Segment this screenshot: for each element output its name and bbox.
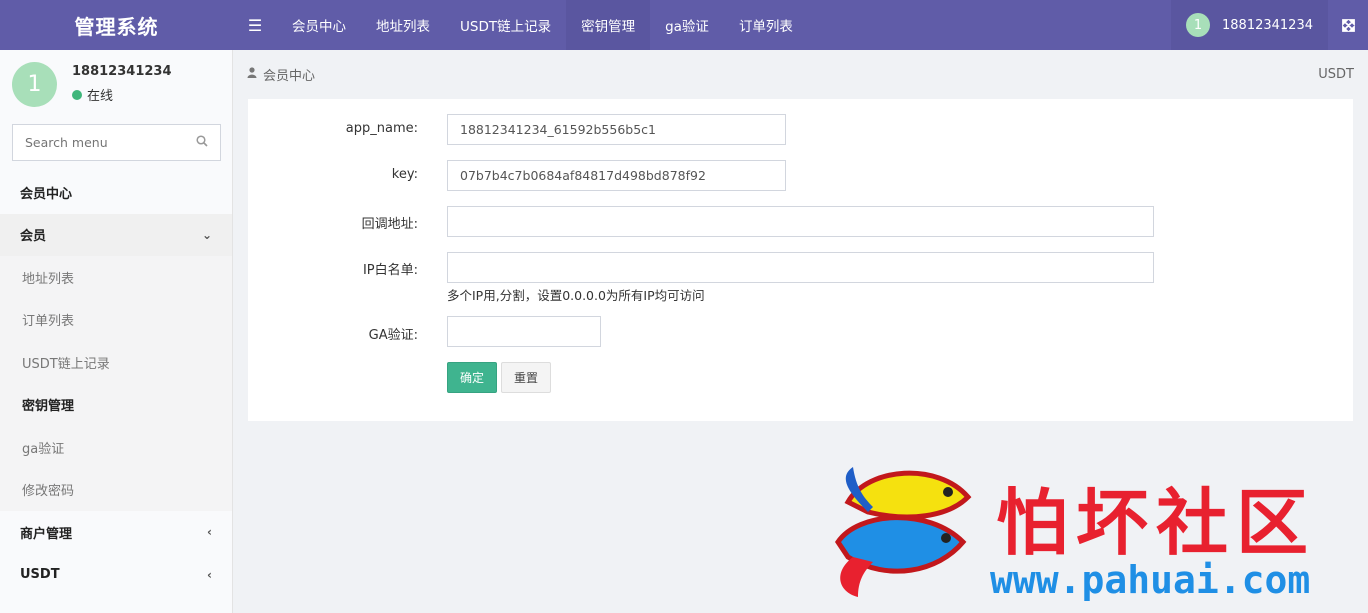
ip-whitelist-field[interactable] bbox=[447, 252, 1154, 283]
sidebar-item-order-list[interactable]: 订单列表 bbox=[0, 298, 232, 341]
fish-logo-icon bbox=[834, 467, 972, 597]
chevron-down-icon: ⌄ bbox=[201, 227, 212, 242]
app-name-field[interactable]: 18812341234_61592b556b5c1 bbox=[447, 114, 786, 145]
chevron-left-icon: ‹ bbox=[207, 567, 212, 582]
nav-address-list[interactable]: 地址列表 bbox=[361, 0, 445, 50]
sidebar-item-label: 密钥管理 bbox=[22, 399, 75, 415]
form-panel: app_name: 18812341234_61592b556b5c1 key:… bbox=[248, 99, 1353, 421]
app-name-label: app_name: bbox=[345, 121, 418, 136]
nav-key-management[interactable]: 密钥管理 bbox=[566, 0, 651, 50]
ip-help-text: 多个IP用,分割，设置0.0.0.0为所有IP均可访问 bbox=[447, 288, 705, 303]
user-name: 18812341234 bbox=[1222, 17, 1313, 33]
watermark-url: www.pahuai.com bbox=[990, 558, 1311, 602]
nav-ga-verify[interactable]: ga验证 bbox=[650, 0, 724, 50]
sidebar-item-label: 会员 bbox=[20, 229, 47, 245]
ga-label: GA验证: bbox=[368, 328, 418, 343]
search-input[interactable] bbox=[25, 135, 175, 150]
sidebar-item-key-management[interactable]: 密钥管理 bbox=[0, 383, 232, 426]
expand-icon[interactable] bbox=[1328, 0, 1368, 50]
ga-code-field[interactable] bbox=[447, 316, 601, 347]
search-box bbox=[12, 124, 221, 161]
sidebar-item-member[interactable]: 会员 ⌄ bbox=[0, 213, 232, 256]
sidebar-item-label: USDT链上记录 bbox=[22, 356, 110, 372]
sidebar-item-change-password[interactable]: 修改密码 bbox=[0, 468, 232, 511]
breadcrumb-right: USDT bbox=[1318, 66, 1354, 82]
nav-usdt-records[interactable]: USDT链上记录 bbox=[445, 0, 566, 50]
top-nav: ☰ 会员中心 地址列表 USDT链上记录 密钥管理 ga验证 订单列表 bbox=[233, 0, 1171, 50]
brand-title[interactable]: 管理系统 bbox=[0, 0, 233, 50]
sidebar-user-name: 18812341234 bbox=[72, 64, 172, 79]
user-icon bbox=[247, 67, 257, 81]
ip-whitelist-label: IP白名单: bbox=[362, 263, 418, 278]
status-badge: 在线 bbox=[72, 85, 172, 104]
submit-button[interactable]: 确定 bbox=[447, 362, 497, 393]
watermark-title: 怕坏社区 bbox=[996, 481, 1317, 565]
key-field[interactable]: 07b7b4c7b0684af84817d498bd878f92 bbox=[447, 160, 786, 191]
sidebar-item-label: ga验证 bbox=[22, 441, 65, 457]
breadcrumb-current[interactable]: 会员中心 bbox=[263, 65, 315, 84]
key-label: key: bbox=[391, 167, 418, 182]
search-icon[interactable] bbox=[196, 134, 208, 151]
bars-icon[interactable]: ☰ bbox=[233, 0, 277, 50]
callback-field[interactable] bbox=[447, 206, 1154, 237]
online-dot-icon bbox=[72, 89, 82, 100]
user-panel: 1 18812341234 在线 bbox=[0, 50, 232, 118]
sidebar-item-merchant[interactable]: 商户管理 ‹ bbox=[0, 511, 232, 554]
avatar: 1 bbox=[12, 61, 57, 107]
chevron-left-icon: ‹ bbox=[207, 525, 212, 540]
nav-member-center[interactable]: 会员中心 bbox=[277, 0, 361, 50]
sidebar-item-label: 修改密码 bbox=[22, 484, 75, 500]
sidebar-item-label: 订单列表 bbox=[22, 314, 75, 330]
sidebar-item-label: 会员中心 bbox=[20, 186, 73, 202]
nav-order-list[interactable]: 订单列表 bbox=[724, 0, 808, 50]
watermark: 怕坏社区 www.pahuai.com bbox=[828, 462, 1358, 607]
user-menu[interactable]: 1 18812341234 bbox=[1171, 0, 1328, 50]
top-header: 管理系统 ☰ 会员中心 地址列表 USDT链上记录 密钥管理 ga验证 订单列表… bbox=[0, 0, 1368, 50]
sidebar-item-label: 商户管理 bbox=[20, 526, 73, 542]
reset-button[interactable]: 重置 bbox=[501, 362, 551, 393]
sidebar-item-usdt[interactable]: USDT ‹ bbox=[0, 553, 232, 596]
sidebar: 1 18812341234 在线 会员中心 会员 ⌄ 地址列表 订单列表 USDT… bbox=[0, 50, 233, 613]
sidebar-item-usdt-records[interactable]: USDT链上记录 bbox=[0, 341, 232, 384]
status-text: 在线 bbox=[87, 89, 114, 104]
sidebar-menu: 会员中心 会员 ⌄ 地址列表 订单列表 USDT链上记录 密钥管理 ga验证 修改… bbox=[0, 171, 232, 596]
callback-label: 回调地址: bbox=[361, 217, 418, 232]
sidebar-item-member-center[interactable]: 会员中心 bbox=[0, 171, 232, 214]
sidebar-item-ga-verify[interactable]: ga验证 bbox=[0, 426, 232, 469]
avatar: 1 bbox=[1186, 13, 1211, 37]
sidebar-item-label: USDT bbox=[20, 567, 60, 583]
sidebar-item-address-list[interactable]: 地址列表 bbox=[0, 256, 232, 299]
breadcrumb: 会员中心 USDT bbox=[233, 50, 1368, 98]
sidebar-item-label: 地址列表 bbox=[22, 271, 75, 287]
